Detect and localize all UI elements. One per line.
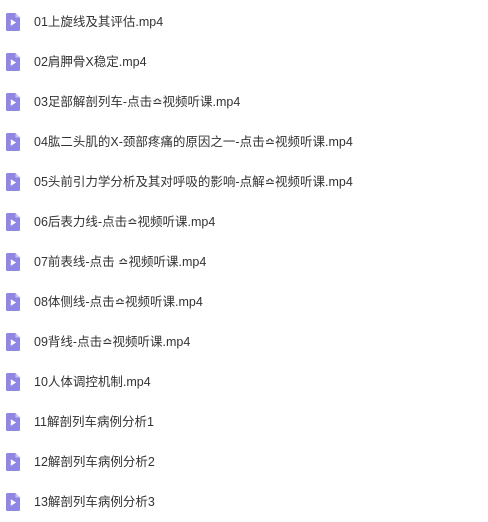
file-name: 08体侧线-点击≏视频听课.mp4 xyxy=(34,295,203,309)
file-row[interactable]: 07前表线-点击 ≏视频听课.mp4 xyxy=(0,242,488,282)
video-file-icon xyxy=(6,13,20,31)
video-file-icon xyxy=(6,373,20,391)
file-name: 03足部解剖列车-点击≏视频听课.mp4 xyxy=(34,95,241,109)
file-row[interactable]: 12解剖列车病例分析2 xyxy=(0,442,488,482)
file-name: 11解剖列车病例分析1 xyxy=(34,415,154,429)
video-file-icon xyxy=(6,53,20,71)
file-row[interactable]: 02肩胛骨X稳定.mp4 xyxy=(0,42,488,82)
file-row[interactable]: 05头前引力学分析及其对呼吸的影响-点解≏视频听课.mp4 xyxy=(0,162,488,202)
file-name: 01上旋线及其评估.mp4 xyxy=(34,15,164,29)
file-name: 04肱二头肌的X-颈部疼痛的原因之一-点击≏视频听课.mp4 xyxy=(34,135,353,149)
video-file-icon xyxy=(6,93,20,111)
file-name: 10人体调控机制.mp4 xyxy=(34,375,151,389)
file-name: 13解剖列车病例分析3 xyxy=(34,495,155,509)
file-row[interactable]: 09背线-点击≏视频听课.mp4 xyxy=(0,322,488,362)
file-list: 01上旋线及其评估.mp4 02肩胛骨X稳定.mp4 03足部解剖列车-点击≏视… xyxy=(0,0,488,521)
file-name: 05头前引力学分析及其对呼吸的影响-点解≏视频听课.mp4 xyxy=(34,175,353,189)
file-name: 02肩胛骨X稳定.mp4 xyxy=(34,55,147,69)
file-name: 12解剖列车病例分析2 xyxy=(34,455,155,469)
file-row[interactable]: 11解剖列车病例分析1 xyxy=(0,402,488,442)
file-name: 09背线-点击≏视频听课.mp4 xyxy=(34,335,191,349)
file-row[interactable]: 10人体调控机制.mp4 xyxy=(0,362,488,402)
file-row[interactable]: 04肱二头肌的X-颈部疼痛的原因之一-点击≏视频听课.mp4 xyxy=(0,122,488,162)
file-name: 07前表线-点击 ≏视频听课.mp4 xyxy=(34,255,207,269)
file-row[interactable]: 03足部解剖列车-点击≏视频听课.mp4 xyxy=(0,82,488,122)
file-row[interactable]: 13解剖列车病例分析3 xyxy=(0,482,488,522)
video-file-icon xyxy=(6,253,20,271)
video-file-icon xyxy=(6,453,20,471)
video-file-icon xyxy=(6,413,20,431)
video-file-icon xyxy=(6,173,20,191)
video-file-icon xyxy=(6,333,20,351)
file-row[interactable]: 06后表力线-点击≏视频听课.mp4 xyxy=(0,202,488,242)
video-file-icon xyxy=(6,293,20,311)
file-row[interactable]: 01上旋线及其评估.mp4 xyxy=(0,2,488,42)
file-name: 06后表力线-点击≏视频听课.mp4 xyxy=(34,215,216,229)
video-file-icon xyxy=(6,493,20,511)
file-row[interactable]: 08体侧线-点击≏视频听课.mp4 xyxy=(0,282,488,322)
video-file-icon xyxy=(6,133,20,151)
video-file-icon xyxy=(6,213,20,231)
